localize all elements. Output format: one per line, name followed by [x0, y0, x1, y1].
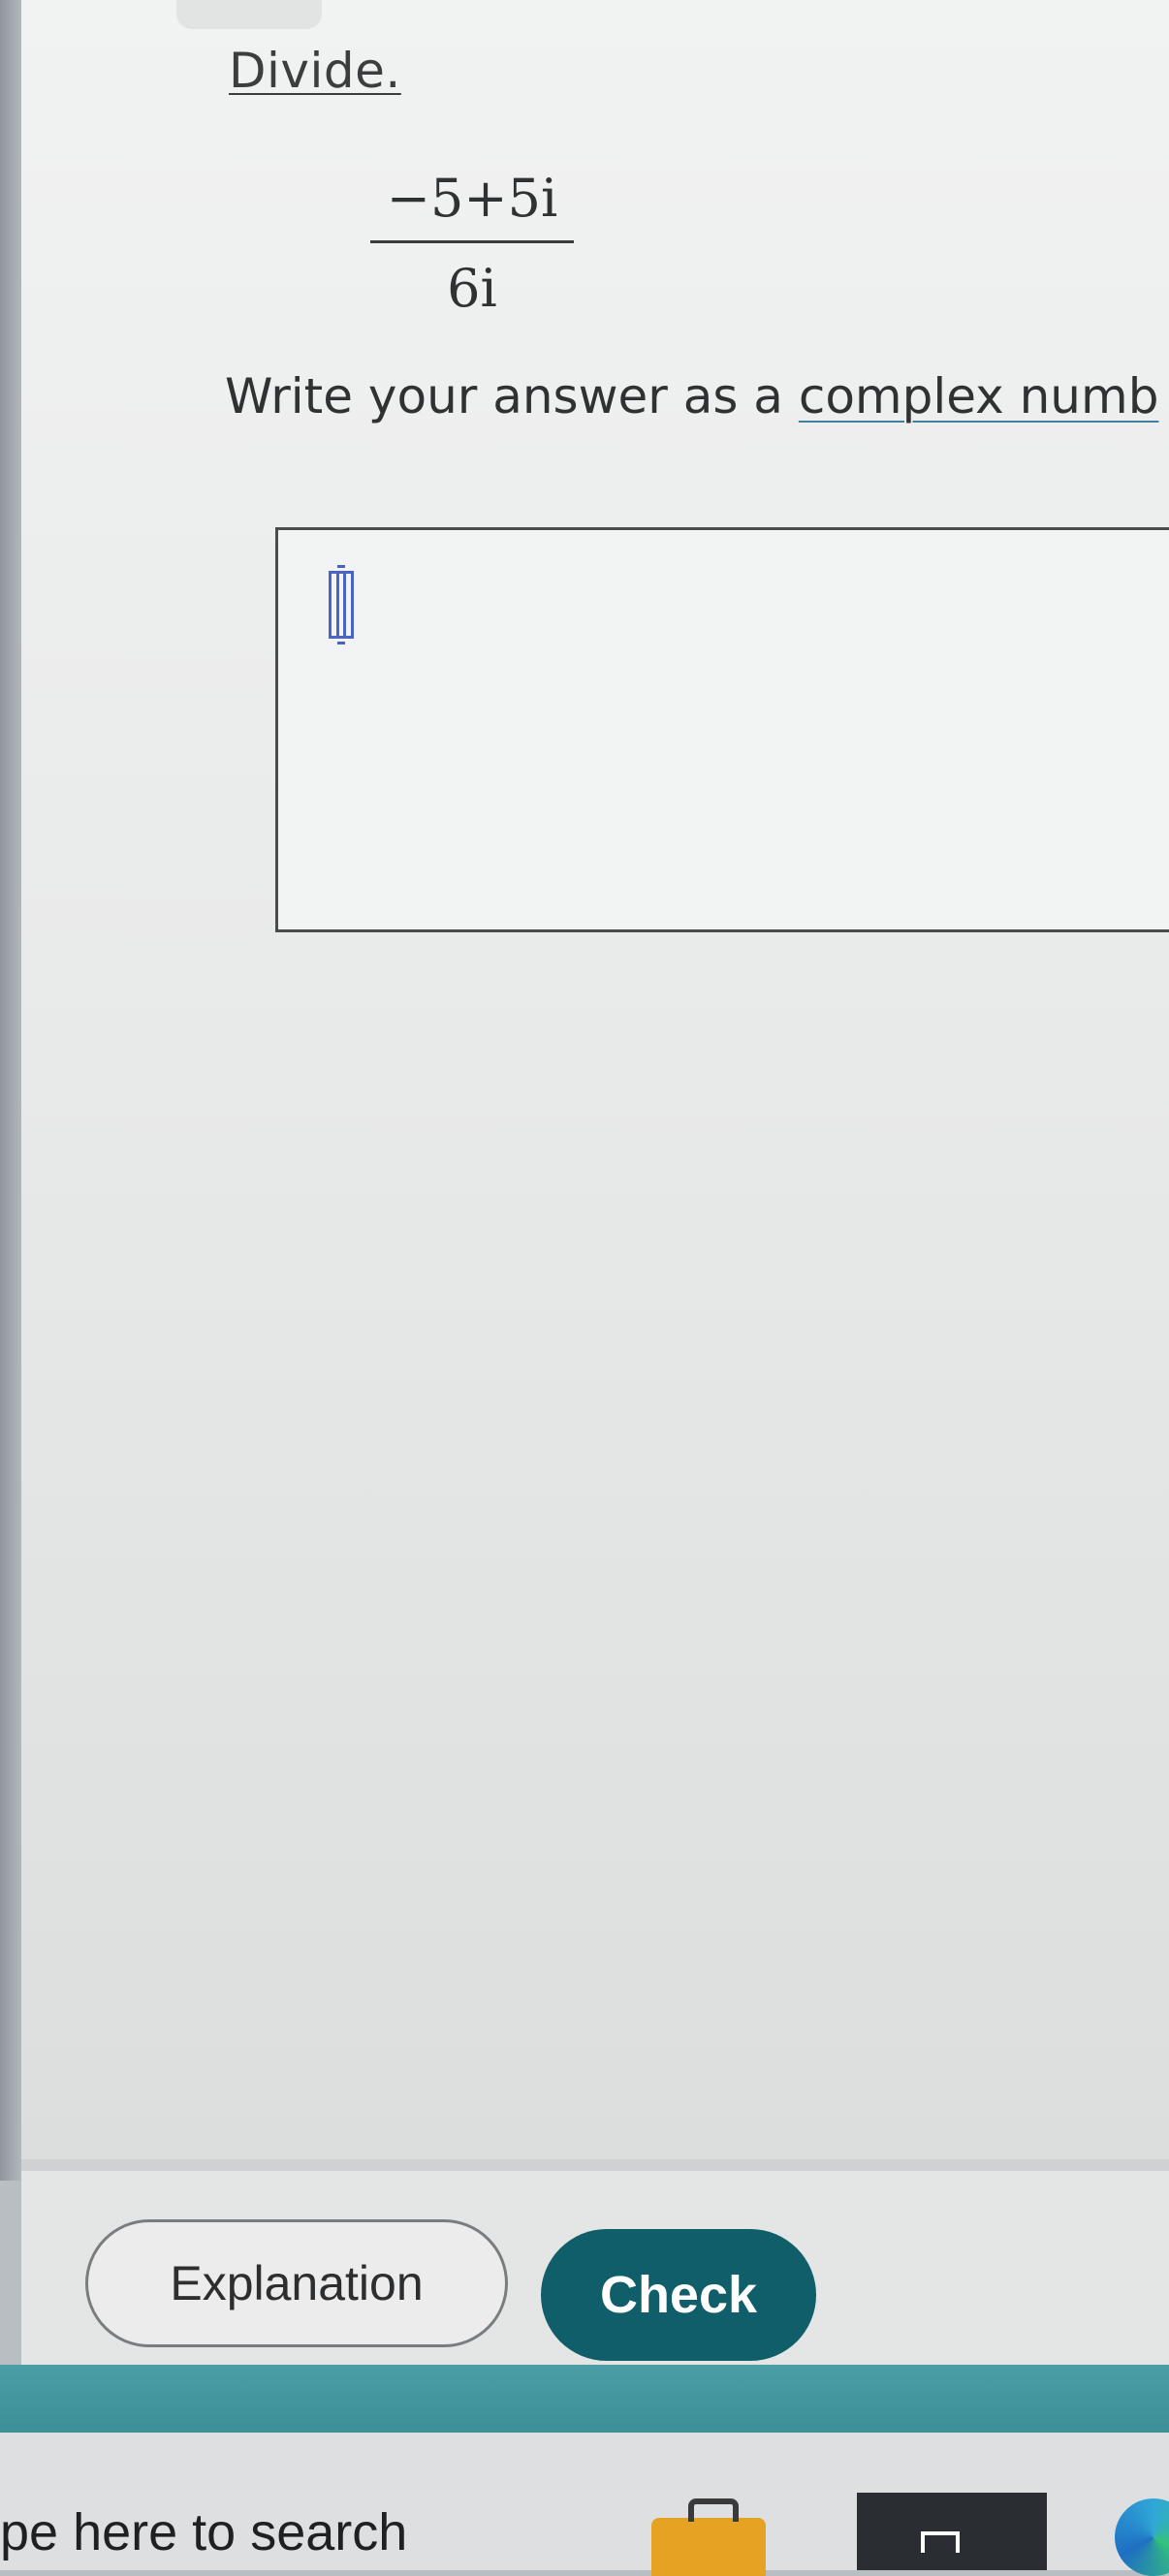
instruction-prefix: Write your answer as a — [225, 368, 799, 424]
footer-divider — [21, 2159, 1169, 2171]
fraction-expression: −5+5i 6i — [370, 165, 574, 323]
question-page — [21, 0, 1169, 2171]
check-button[interactable]: Check — [541, 2229, 816, 2361]
task-view-button[interactable] — [857, 2493, 1047, 2570]
briefcase-icon[interactable] — [651, 2498, 766, 2576]
top-tab[interactable] — [176, 0, 322, 29]
instruction-text: Write your answer as a complex numb — [225, 368, 1158, 424]
complex-number-link[interactable]: complex numb — [799, 368, 1159, 424]
fraction-denominator: 6i — [447, 258, 497, 319]
answer-input-box[interactable] — [275, 527, 1169, 932]
explanation-button[interactable]: Explanation — [85, 2219, 508, 2347]
input-cursor-icon — [329, 565, 354, 644]
task-view-icon — [921, 2531, 960, 2553]
fraction-bar — [370, 240, 574, 243]
taskbar-search-input[interactable]: pe here to search — [0, 2502, 407, 2562]
prompt-label: Divide. — [229, 43, 401, 99]
fraction-numerator: −5+5i — [386, 168, 558, 229]
bottom-band — [0, 2365, 1169, 2433]
